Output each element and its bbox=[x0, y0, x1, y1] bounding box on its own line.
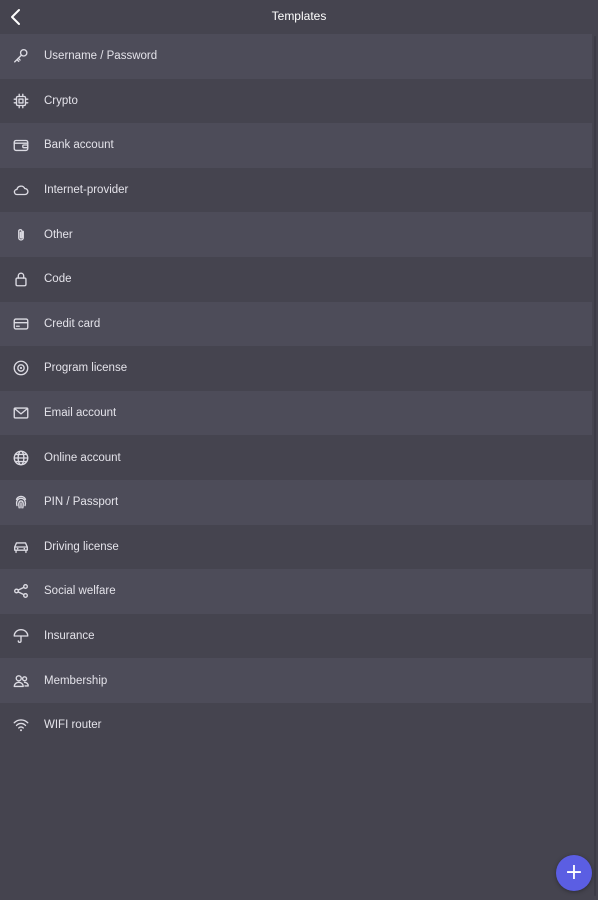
template-item-social-welfare[interactable]: Social welfare bbox=[0, 569, 592, 614]
key-icon bbox=[11, 46, 31, 66]
template-item-crypto[interactable]: Crypto bbox=[0, 78, 592, 124]
template-label: Program license bbox=[44, 362, 128, 375]
plus-icon: + bbox=[564, 860, 584, 885]
template-label: Internet-provider bbox=[44, 184, 129, 197]
template-label: Other bbox=[44, 228, 73, 241]
paperclip-icon bbox=[11, 225, 31, 245]
share-icon bbox=[11, 581, 31, 601]
credit-card-icon bbox=[11, 314, 31, 334]
template-label: WIFI router bbox=[44, 719, 102, 732]
top-bar: Templates bbox=[0, 0, 598, 34]
template-label: Crypto bbox=[44, 94, 78, 107]
template-item-other[interactable]: Other bbox=[0, 212, 592, 257]
scrollbar[interactable] bbox=[594, 36, 596, 896]
template-label: Username / Password bbox=[44, 50, 158, 63]
car-icon bbox=[11, 537, 31, 557]
template-item-credit-card[interactable]: Credit card bbox=[0, 301, 592, 347]
add-template-button[interactable]: + bbox=[556, 855, 592, 891]
template-label: Online account bbox=[44, 451, 121, 464]
wifi-icon bbox=[11, 715, 31, 735]
template-label: Membership bbox=[44, 674, 108, 687]
cloud-icon bbox=[11, 180, 31, 200]
lock-icon bbox=[11, 269, 31, 289]
template-item-driving-license[interactable]: Driving license bbox=[0, 524, 592, 570]
template-item-email-account[interactable]: Email account bbox=[0, 390, 592, 436]
umbrella-icon bbox=[11, 626, 31, 646]
template-item-bank-account[interactable]: Bank account bbox=[0, 123, 592, 168]
template-label: Driving license bbox=[44, 540, 119, 553]
template-item-program-license[interactable]: Program license bbox=[0, 346, 592, 391]
template-item-membership[interactable]: Membership bbox=[0, 658, 592, 703]
template-item-username-password[interactable]: Username / Password bbox=[0, 34, 592, 79]
chip-icon bbox=[11, 91, 31, 111]
disc-icon bbox=[11, 358, 31, 378]
template-item-insurance[interactable]: Insurance bbox=[0, 613, 592, 659]
template-label: Email account bbox=[44, 407, 117, 420]
template-label: Bank account bbox=[44, 139, 114, 152]
template-label: Code bbox=[44, 273, 72, 286]
templates-list: Username / Password Crypto Bank account … bbox=[0, 34, 592, 748]
template-label: Insurance bbox=[44, 630, 95, 643]
envelope-icon bbox=[11, 403, 31, 423]
template-item-wifi-router[interactable]: WIFI router bbox=[0, 702, 592, 748]
people-icon bbox=[11, 671, 31, 691]
template-label: Social welfare bbox=[44, 585, 116, 598]
template-item-online-account[interactable]: Online account bbox=[0, 435, 592, 480]
template-item-internet-provider[interactable]: Internet-provider bbox=[0, 167, 592, 213]
template-item-code[interactable]: Code bbox=[0, 256, 592, 302]
page-title: Templates bbox=[271, 9, 327, 23]
template-label: PIN / Passport bbox=[44, 496, 119, 509]
globe-icon bbox=[11, 448, 31, 468]
template-item-pin-passport[interactable]: PIN / Passport bbox=[0, 479, 592, 525]
fingerprint-icon bbox=[11, 492, 31, 512]
wallet-icon bbox=[11, 135, 31, 155]
template-label: Credit card bbox=[44, 317, 101, 330]
